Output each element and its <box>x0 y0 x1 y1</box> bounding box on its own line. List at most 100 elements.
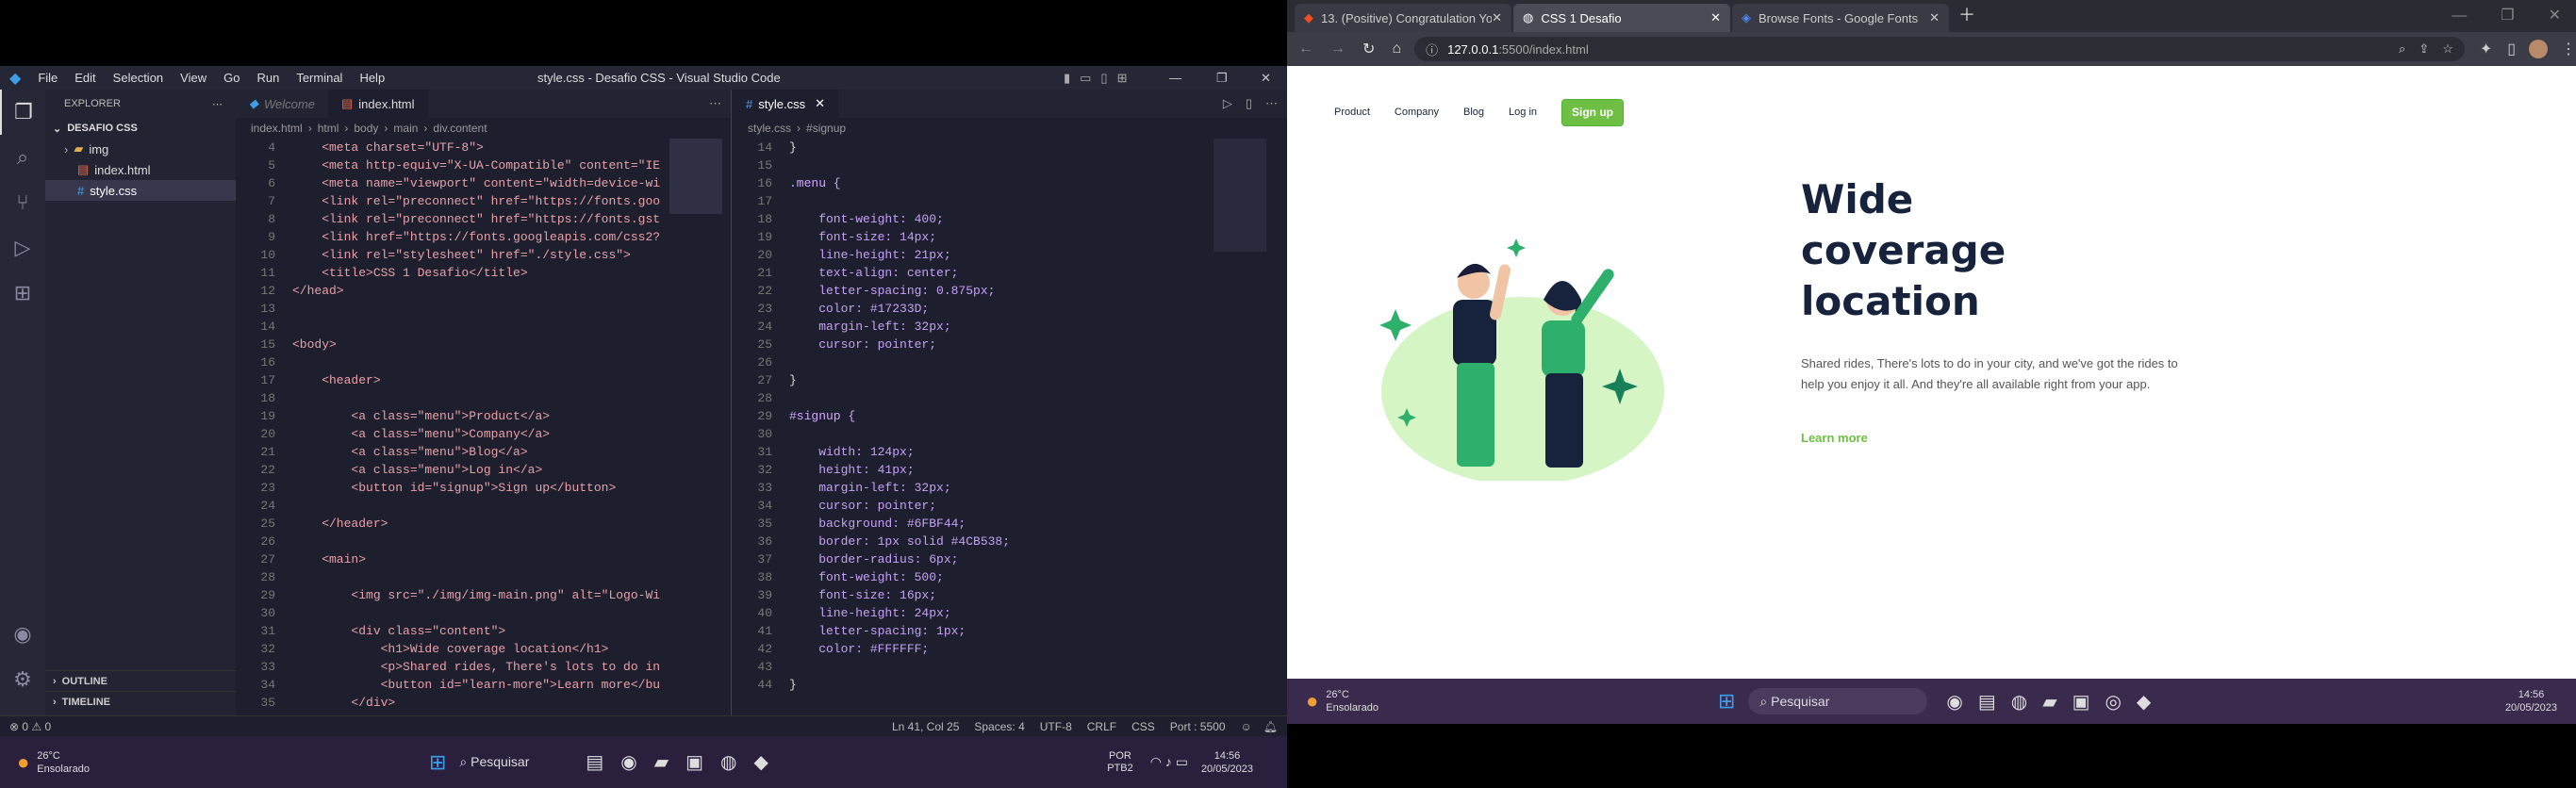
code-line[interactable]: 30 <box>236 604 660 622</box>
language-mode[interactable]: CSS <box>1131 720 1155 733</box>
code-line[interactable]: 22 <a class="menu">Log in</a> <box>236 461 660 479</box>
menu-edit[interactable]: Edit <box>74 71 95 85</box>
code-line[interactable]: 40 line-height: 24px; <box>733 604 1204 622</box>
code-line[interactable]: 25 </header> <box>236 515 660 533</box>
code-line[interactable]: 21 text-align: center; <box>733 264 1204 282</box>
code-line[interactable]: 20 <a class="menu">Company</a> <box>236 425 660 443</box>
menu-selection[interactable]: Selection <box>113 71 163 85</box>
clock[interactable]: 14:56 20/05/2023 <box>1201 749 1253 776</box>
code-line[interactable]: 41 letter-spacing: 1px; <box>733 622 1204 640</box>
taskbar-apps[interactable]: ◉▤◍▰▣◎◆ <box>1946 690 2166 714</box>
code-line[interactable]: 11 <title>CSS 1 Desafio</title> <box>236 264 660 282</box>
weather-icon[interactable]: ● <box>17 750 29 775</box>
share-icon[interactable]: ⇪ <box>2419 41 2429 57</box>
code-line[interactable]: 31 <div class="content"> <box>236 622 660 640</box>
file-index-html[interactable]: ▤ index.html <box>45 159 236 180</box>
project-folder[interactable]: ⌄ DESAFIO CSS <box>45 118 236 139</box>
code-line[interactable]: 33 margin-left: 32px; <box>733 479 1204 497</box>
learn-more-link[interactable]: Learn more <box>1801 431 2197 445</box>
taskbar-search[interactable]: ⌕ Pesquisar <box>1748 688 1928 714</box>
code-line[interactable]: 7 <link rel="preconnect" href="https://f… <box>236 192 660 210</box>
clock[interactable]: 14:56 20/05/2023 <box>2505 688 2557 714</box>
code-line[interactable]: 27 <main> <box>236 550 660 568</box>
nav-company[interactable]: Company <box>1395 107 1439 118</box>
code-line[interactable]: 15 <body> <box>236 336 660 353</box>
bell-icon[interactable]: 🔔︎ <box>1263 720 1278 733</box>
code-line[interactable]: 17 <box>733 192 1204 210</box>
code-line[interactable]: 13 <box>236 300 660 318</box>
side-panel-icon[interactable]: ▯ <box>2507 40 2516 58</box>
extensions-icon[interactable]: ⊞ <box>0 271 45 316</box>
menu-kebab-icon[interactable]: ⋮ <box>2561 40 2576 58</box>
file-style-css[interactable]: # style.css <box>45 180 236 201</box>
reload-icon[interactable]: ↻ <box>1362 40 1375 58</box>
code-line[interactable]: 35 </div> <box>236 694 660 712</box>
code-line[interactable]: 32 <h1>Wide coverage location</h1> <box>236 640 660 658</box>
split-editor-icon[interactable]: ▯ <box>1246 90 1252 118</box>
code-line[interactable]: 24 <box>236 497 660 515</box>
weather-widget[interactable]: 26°C Ensolarado <box>37 749 90 776</box>
code-line[interactable]: 29 #signup { <box>733 407 1204 425</box>
code-line[interactable]: 12 </head> <box>236 282 660 300</box>
more-actions-icon[interactable]: ⋯ <box>709 90 721 118</box>
breadcrumb-item[interactable]: body <box>354 122 378 135</box>
more-actions-icon[interactable]: ⋯ <box>1265 90 1278 118</box>
tab-welcome[interactable]: ◆ Welcome <box>236 90 328 118</box>
breadcrumb-item[interactable]: #signup <box>806 122 846 135</box>
code-line[interactable]: 24 margin-left: 32px; <box>733 318 1204 336</box>
windows-start-icon[interactable]: ⊞ <box>1718 689 1735 714</box>
explorer-icon[interactable]: ❐ <box>0 90 45 135</box>
bookmark-star-icon[interactable]: ☆ <box>2442 41 2453 57</box>
code-line[interactable]: 36 border: 1px solid #4CB538; <box>733 533 1204 550</box>
code-line[interactable]: 18 font-weight: 400; <box>733 210 1204 228</box>
code-line[interactable]: 20 line-height: 21px; <box>733 246 1204 264</box>
code-line[interactable]: 28 <box>236 568 660 586</box>
new-tab-button[interactable]: ＋ <box>1958 2 1975 26</box>
maximize-button[interactable]: ❐ <box>1216 71 1228 86</box>
breadcrumb-item[interactable]: main <box>393 122 418 135</box>
code-line[interactable]: 32 height: 41px; <box>733 461 1204 479</box>
code-line[interactable]: 35 background: #6FBF44; <box>733 515 1204 533</box>
account-icon[interactable]: ◉ <box>0 612 45 657</box>
menu-view[interactable]: View <box>180 71 206 85</box>
settings-gear-icon[interactable]: ⚙ <box>0 657 45 702</box>
more-actions-icon[interactable]: ⋯ <box>212 98 223 110</box>
code-line[interactable]: 19 <a class="menu">Product</a> <box>236 407 660 425</box>
code-line[interactable]: 14 <box>236 318 660 336</box>
code-line[interactable]: 17 <header> <box>236 371 660 389</box>
run-debug-icon[interactable]: ▷ <box>0 225 45 271</box>
folder-img[interactable]: › ▰ img <box>45 139 236 159</box>
code-line[interactable]: 33 <p>Shared rides, There's lots to do i… <box>236 658 660 676</box>
code-line[interactable]: 9 <link href="https://fonts.googleapis.c… <box>236 228 660 246</box>
cursor-position[interactable]: Ln 41, Col 25 <box>892 720 959 733</box>
code-line[interactable]: 29 <img src="./img/img-main.png" alt="Lo… <box>236 586 660 604</box>
avatar[interactable] <box>2529 40 2548 58</box>
code-line[interactable]: 44} <box>733 676 1204 694</box>
eol[interactable]: CRLF <box>1087 720 1116 733</box>
menu-run[interactable]: Run <box>256 71 279 85</box>
nav-product[interactable]: Product <box>1334 107 1370 118</box>
close-icon[interactable]: ✕ <box>1929 10 1940 25</box>
browser-tab[interactable]: ◈ Browse Fonts - Google Fonts ✕ <box>1732 4 1949 32</box>
code-line[interactable]: 22 letter-spacing: 0.875px; <box>733 282 1204 300</box>
home-icon[interactable]: ⌂ <box>1392 41 1401 57</box>
system-tray-icons[interactable]: ◠ ♪ ▭ <box>1150 754 1188 770</box>
menu-go[interactable]: Go <box>223 71 239 85</box>
outline-section[interactable]: › OUTLINE <box>45 670 236 691</box>
code-line[interactable]: 14} <box>733 139 1204 156</box>
address-bar[interactable]: ⓘ 127.0.0.1:5500/index.html ⌕ ⇪ ☆ <box>1414 37 2465 61</box>
taskbar-search[interactable]: ⌕ Pesquisar <box>459 754 529 770</box>
code-line[interactable]: 25 cursor: pointer; <box>733 336 1204 353</box>
code-line[interactable]: 28 <box>733 389 1204 407</box>
code-line[interactable]: 6 <meta name="viewport" content="width=d… <box>236 174 660 192</box>
code-line[interactable]: 38 font-weight: 500; <box>733 568 1204 586</box>
html-code-editor[interactable]: 4 <meta charset="UTF-8"> 5 <meta http-equ… <box>236 139 660 715</box>
css-code-editor[interactable]: 14} 15 16 .menu {17 18 font-weight: 400; 19 f… <box>733 139 1204 715</box>
indentation[interactable]: Spaces: 4 <box>974 720 1024 733</box>
tab-index-html[interactable]: ▤ index.html <box>327 90 428 118</box>
code-line[interactable]: 27} <box>733 371 1204 389</box>
code-line[interactable]: 37 border-radius: 6px; <box>733 550 1204 568</box>
problems-indicator[interactable]: ⊗ 0 ⚠ 0 <box>9 720 51 733</box>
minimize-button[interactable]: — <box>1169 71 1181 85</box>
forward-icon[interactable]: → <box>1330 41 1346 57</box>
